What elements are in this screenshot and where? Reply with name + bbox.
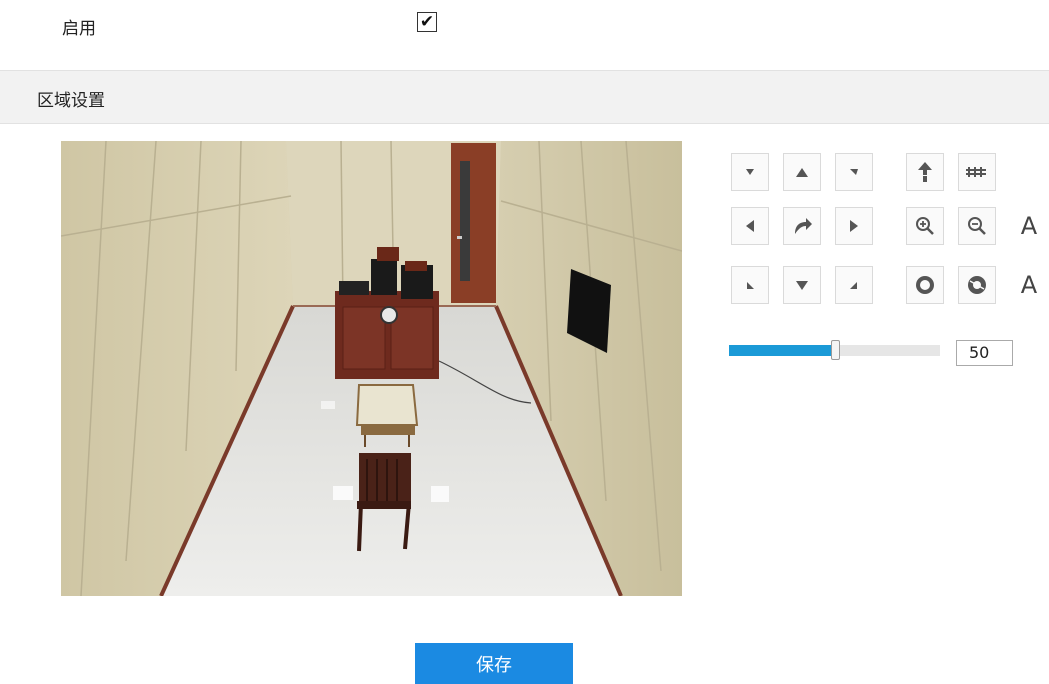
- speed-value-input[interactable]: 50: [956, 340, 1013, 366]
- zoom-out-button[interactable]: [958, 207, 996, 245]
- iris-open-icon: [916, 276, 934, 294]
- arrow-left-icon: [746, 220, 754, 232]
- zoom-out-icon: [968, 217, 986, 235]
- focus-far-icon: [966, 167, 986, 177]
- speed-slider-handle[interactable]: [830, 340, 840, 360]
- arrow-up-left-icon: [746, 169, 754, 175]
- auto-iris-button[interactable]: A: [1014, 266, 1044, 304]
- speed-slider-fill: [729, 345, 835, 356]
- arrow-down-right-icon: [850, 282, 857, 289]
- zoom-in-button[interactable]: [906, 207, 944, 245]
- auto-focus-button[interactable]: A: [1014, 207, 1044, 245]
- rotate-icon: [795, 218, 812, 234]
- speed-slider[interactable]: [729, 340, 940, 360]
- zoom-in-icon: [916, 217, 934, 235]
- pan-up-right-button[interactable]: [835, 153, 873, 191]
- arrow-up-icon: [796, 168, 808, 177]
- arrow-up-right-icon: [850, 169, 858, 175]
- focus-far-button[interactable]: [958, 153, 996, 191]
- tilt-up-button[interactable]: [783, 153, 821, 191]
- region-settings-header: 区域设置: [0, 70, 1049, 124]
- pan-down-right-button[interactable]: [835, 266, 873, 304]
- pan-up-left-button[interactable]: [731, 153, 769, 191]
- arrow-right-icon: [850, 220, 858, 232]
- save-button[interactable]: 保存: [415, 643, 573, 684]
- checkmark-icon: ✔: [419, 11, 435, 32]
- iris-close-icon: [968, 276, 986, 294]
- room-camera-image: [61, 141, 682, 596]
- tilt-down-button[interactable]: [783, 266, 821, 304]
- focus-near-icon: [918, 162, 932, 182]
- iris-open-button[interactable]: [906, 266, 944, 304]
- section-title: 区域设置: [37, 91, 105, 111]
- enable-label: 启用: [62, 19, 96, 39]
- video-preview[interactable]: [61, 141, 682, 596]
- enable-checkbox[interactable]: ✔: [417, 12, 437, 32]
- pan-left-button[interactable]: [731, 207, 769, 245]
- pan-right-button[interactable]: [835, 207, 873, 245]
- iris-close-button[interactable]: [958, 266, 996, 304]
- enable-row: 启用 ✔: [0, 0, 1049, 58]
- focus-near-button[interactable]: [906, 153, 944, 191]
- arrow-down-icon: [796, 281, 808, 290]
- arrow-down-left-icon: [747, 282, 754, 289]
- pan-down-left-button[interactable]: [731, 266, 769, 304]
- auto-scan-button[interactable]: [783, 207, 821, 245]
